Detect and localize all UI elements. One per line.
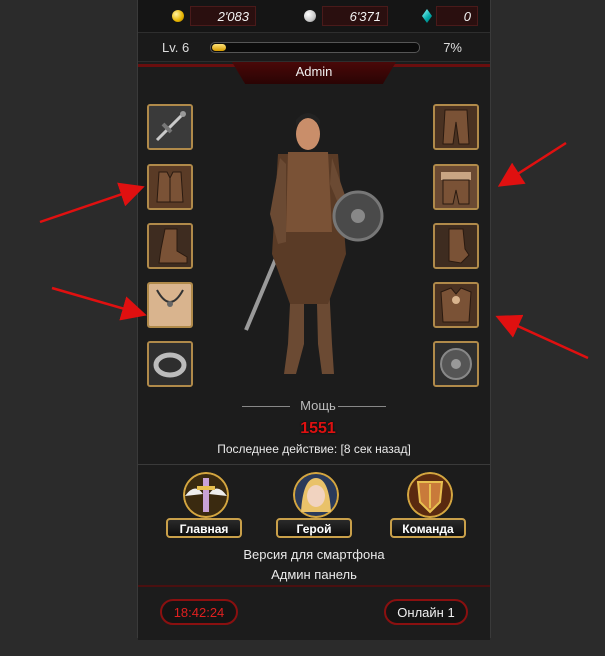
gloves-slot[interactable] — [433, 223, 479, 269]
currency-bar: 2'083 6'371 0 — [138, 0, 490, 33]
hero-character-image — [244, 113, 384, 374]
arrow-to-armor — [495, 314, 589, 360]
hero-portrait-icon — [293, 472, 339, 518]
team-shield-icon — [407, 472, 453, 518]
belt-pants-icon — [435, 166, 477, 208]
level-bar: Lv. 6 7% — [138, 33, 490, 62]
level-label: Lv. 6 — [162, 40, 190, 55]
vest-icon — [149, 166, 191, 208]
silver-counter: 6'371 — [304, 6, 414, 26]
weapon-slot[interactable] — [147, 104, 193, 150]
belt-pants-slot[interactable] — [433, 164, 479, 210]
pants-slot[interactable] — [433, 104, 479, 150]
mobile-version-link[interactable]: Версия для смартфона — [138, 547, 490, 562]
pants-icon — [435, 106, 477, 148]
nav-separator — [138, 464, 490, 465]
nav-hero[interactable]: Герой — [276, 470, 356, 542]
shield-slot[interactable] — [433, 341, 479, 387]
silver-value: 6'371 — [322, 6, 388, 26]
admin-panel-link[interactable]: Админ панель — [138, 567, 490, 582]
nav-team[interactable]: Команда — [390, 470, 470, 542]
boots-slot[interactable] — [147, 223, 193, 269]
clock-display: 18:42:24 — [160, 599, 238, 625]
xp-progress-fill — [212, 44, 226, 51]
winged-sword-icon — [183, 472, 229, 518]
boot-icon — [149, 225, 191, 267]
footer-bar: 18:42:24 Онлайн 1 — [138, 585, 490, 640]
ring-icon — [149, 343, 191, 385]
nav-main-button[interactable]: Главная — [166, 518, 242, 538]
glove-icon — [435, 225, 477, 267]
armor-icon — [435, 284, 477, 326]
armor-slot[interactable] — [433, 282, 479, 328]
power-label: Мощь — [300, 398, 336, 413]
necklace-slot[interactable] — [147, 282, 193, 328]
game-panel: 2'083 6'371 0 Lv. 6 7% Admin Мощь 1551 П… — [137, 0, 491, 640]
necklace-icon — [149, 284, 191, 326]
arrow-to-necklace — [51, 286, 147, 321]
last-action-text: Последнее действие: [8 сек назад] — [217, 442, 411, 456]
nav-hero-button[interactable]: Герой — [276, 518, 352, 538]
ring-slot[interactable] — [147, 341, 193, 387]
xp-percent: 7% — [443, 40, 462, 55]
silver-coin-icon — [304, 10, 316, 22]
vest-slot[interactable] — [147, 164, 193, 210]
nav-team-button[interactable]: Команда — [390, 518, 466, 538]
arrow-to-belt-pants — [497, 141, 567, 187]
gem-value: 0 — [436, 6, 478, 26]
online-counter[interactable]: Онлайн 1 — [384, 599, 468, 625]
gold-value: 2'083 — [190, 6, 256, 26]
character-name-banner: Admin — [232, 62, 396, 84]
sword-icon — [149, 106, 191, 148]
nav-main[interactable]: Главная — [166, 470, 246, 542]
arrow-to-vest — [39, 182, 145, 224]
gem-icon — [422, 9, 432, 23]
gem-counter: 0 — [422, 6, 482, 26]
power-divider-left — [242, 406, 290, 407]
gold-coin-icon — [172, 10, 184, 22]
gold-counter: 2'083 — [172, 6, 282, 26]
xp-progress-bar — [210, 42, 420, 53]
power-value: 1551 — [300, 420, 336, 437]
shield-icon — [435, 343, 477, 385]
